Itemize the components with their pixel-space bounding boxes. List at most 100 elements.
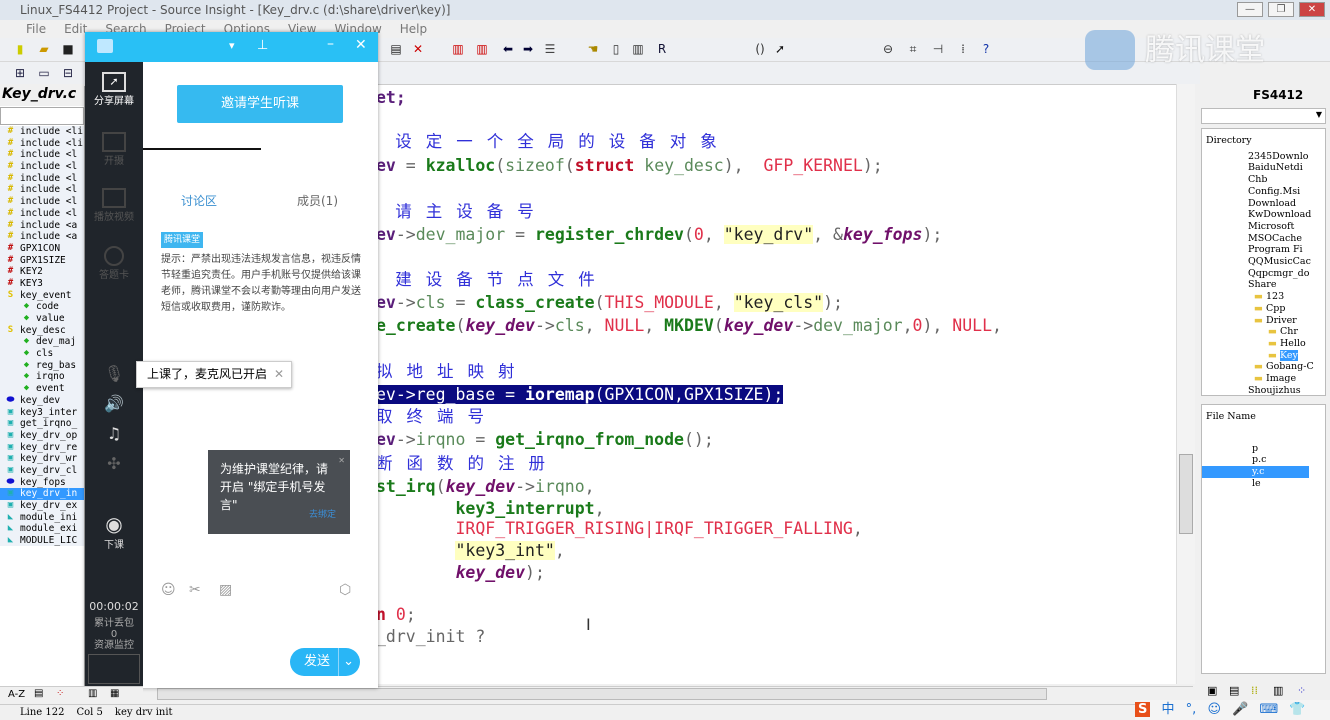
directory-item[interactable]: Program Fi [1202,244,1325,256]
scroll-thumb[interactable] [1179,454,1193,534]
sogou-logo-icon[interactable]: S [1135,702,1151,717]
symbol-item[interactable]: ◆ code [0,301,84,313]
window-icon[interactable]: ⌗ [905,42,921,57]
chevron-down-icon[interactable]: ⌄ [338,648,354,676]
symbol-item[interactable]: ⬬ key_fops [0,477,84,489]
menu-help[interactable]: Help [400,20,427,38]
file-item[interactable]: p.c [1202,454,1325,466]
close-button[interactable]: ✕ [1299,2,1325,17]
directory-item[interactable]: ▬ Cpp [1202,303,1325,315]
symbol-item[interactable]: ◆ dev_maj [0,336,84,348]
symbol-item[interactable]: ▣ get_irqno_ [0,418,84,430]
parens-icon[interactable]: () [752,42,768,57]
end-class-button[interactable]: ◉ 下课 [85,512,143,551]
directory-list[interactable]: Directory 2345Downlo BaiduNetdi Chb Config.… [1201,128,1326,396]
vertical-scrollbar[interactable] [1176,84,1195,684]
directory-item[interactable]: Microsoft [1202,221,1325,233]
ime-chinese-toggle[interactable]: 中 [1162,702,1175,717]
ime-punctuation-toggle[interactable]: °, [1186,702,1197,717]
dropdown-icon[interactable]: ▾ [229,39,235,52]
directory-item[interactable]: ▬ Key [1202,349,1325,362]
tab-discussion[interactable]: 讨论区 [181,192,217,209]
emoji-icon[interactable]: ☺ [1207,702,1221,717]
symbol-item[interactable]: Skey_desc [0,325,84,337]
directory-item[interactable]: Share [1202,279,1325,291]
code-editor[interactable]: et; 设定一个全局的设备对象 ev = kzalloc(sizeof(struc… [370,84,1176,684]
open-file-icon[interactable]: ▣ [1207,684,1217,697]
image-icon[interactable]: ▨ [219,582,232,598]
camera-button[interactable]: 开摄 [85,132,143,167]
menu-edit[interactable]: Edit [64,20,87,38]
keyboard-icon[interactable]: ⌨ [1259,702,1278,717]
symbol-item[interactable]: # KEY2 [0,266,84,278]
lookup-icon[interactable]: ▯ [608,42,624,57]
symbol-item[interactable]: # KEY3 [0,278,84,290]
symbol-item[interactable]: ▣ key_drv_wr [0,453,84,465]
book-icon[interactable]: ▥ [88,688,97,699]
directory-item[interactable]: ▬ Driver [1202,315,1325,327]
tab-members[interactable]: 成员(1) [297,192,338,209]
directory-item[interactable]: ▬ 123 [1202,291,1325,303]
symbol-item[interactable]: Skey_event [0,290,84,302]
directory-item[interactable]: ▬ Hello [1202,338,1325,350]
expand-icon[interactable]: ✣ [85,454,143,473]
symbol-item[interactable]: ⬬ key_dev [0,395,84,407]
scissors-icon[interactable]: ✂ [189,582,201,598]
speaker-icon[interactable]: 🔊 [85,394,143,413]
symbol-grid-icon[interactable]: ⁞⁞ [1251,684,1258,697]
symbol-item[interactable]: # include <a [0,231,84,243]
horizontal-scrollbar[interactable] [143,686,1193,702]
symbol-item[interactable]: # GPX1SIZE [0,255,84,267]
swap-icon[interactable]: ✕ [410,42,426,57]
split-icon[interactable]: ⊟ [60,66,76,81]
invite-students-button[interactable]: 邀请学生听课 [177,85,343,123]
symbol-item[interactable]: ◣ module_ini [0,512,84,524]
symbol-item[interactable]: # include <a [0,220,84,232]
symbol-item[interactable]: # include <l [0,161,84,173]
tile-icon[interactable]: ⊞ [12,66,28,81]
relation-icon[interactable]: ⁘ [1297,684,1306,697]
emoji-icon[interactable]: ☺ [161,582,176,598]
book-icon[interactable]: ▥ [630,42,646,57]
new-file-icon[interactable]: ▮ [12,42,28,57]
layout-icon[interactable]: ⁞ [955,42,971,57]
directory-item[interactable]: Config.Msi [1202,186,1325,198]
microphone-icon[interactable]: 🎙 [85,364,143,383]
symbol-item[interactable]: ▣ key_drv_re [0,442,84,454]
symbol-item[interactable]: # GPX1CON [0,243,84,255]
back-arrow-icon[interactable]: ⬅ [500,42,516,57]
symbol-item[interactable]: ▣ key_drv_cl [0,465,84,477]
skin-icon[interactable]: 👕 [1289,702,1305,717]
directory-item[interactable]: BaiduNetdi [1202,162,1325,174]
pointer-icon[interactable]: ➚ [772,42,788,57]
directory-item[interactable]: MSOCache [1202,233,1325,245]
symbol-item[interactable]: # include <li [0,138,84,150]
file-list[interactable]: File Name p p.c y.c le [1201,404,1326,674]
directory-item[interactable]: Download [1202,198,1325,210]
symbol-filter-input[interactable] [0,107,84,125]
directory-item[interactable]: Chb [1202,174,1325,186]
symbol-item[interactable]: ◆ value [0,313,84,325]
tree-icon[interactable]: ⊣ [930,42,946,57]
save-icon[interactable]: ■ [60,42,76,57]
symbol-item[interactable]: ▣ key3_inter [0,407,84,419]
list-view-icon[interactable]: ▤ [34,688,43,699]
file-list-icon[interactable]: ▤ [1229,684,1239,697]
open-folder-icon[interactable]: ▰ [36,42,52,57]
directory-item[interactable]: 2345Downlo [1202,151,1325,163]
relation-icon[interactable]: R [654,42,670,57]
symbol-item[interactable]: # include <l [0,149,84,161]
symbol-item[interactable]: ◆ irqno [0,371,84,383]
directory-item[interactable]: QQMusicCac [1202,256,1325,268]
minimize-button[interactable]: — [1237,2,1263,17]
bind-phone-link[interactable]: 去绑定 [309,506,336,524]
symbol-item[interactable]: # include <li [0,126,84,138]
symbol-item[interactable]: ◣ MODULE_LIC [0,535,84,546]
directory-item[interactable]: KwDownload [1202,209,1325,221]
forward-arrow-icon[interactable]: ➡ [520,42,536,57]
chat-settings-icon[interactable]: ⬡ [339,582,351,598]
directory-item[interactable]: ▬ Gobang-C [1202,361,1325,373]
context-icon[interactable]: ▤ [388,42,404,57]
resource-monitor-label[interactable]: 资源监控 [85,640,143,651]
maximize-button[interactable]: ❐ [1268,2,1294,17]
